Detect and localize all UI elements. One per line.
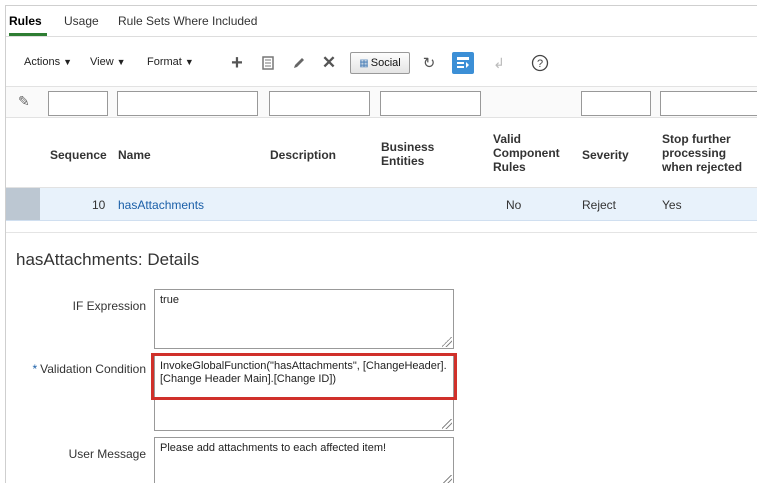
refresh-icon[interactable]: ↻: [419, 53, 439, 73]
social-button[interactable]: ▦ Social: [350, 52, 410, 74]
tab-rule-sets-where-included[interactable]: Rule Sets Where Included: [118, 14, 257, 28]
filter-business-entities-input[interactable]: [380, 91, 481, 116]
cell-valid-component-rules: No: [506, 198, 522, 212]
column-header-business-entities[interactable]: Business Entities: [381, 140, 451, 168]
tab-bar: Rules Usage Rule Sets Where Included: [6, 6, 757, 36]
highlight-box: [151, 353, 457, 400]
cell-sequence: 10: [92, 198, 106, 212]
column-header-name[interactable]: Name: [118, 148, 151, 162]
if-expression-field[interactable]: true: [154, 289, 454, 349]
svg-text:?: ?: [537, 58, 543, 70]
table-toolbar: Actions ▼ View ▼ Format ▼ + ✕ ▦ Social ↻ ↲ ?: [6, 44, 757, 84]
rule-name-link[interactable]: hasAttachments: [118, 198, 204, 212]
tab-rules[interactable]: Rules: [9, 14, 42, 28]
if-expression-label: IF Expression: [72, 299, 146, 313]
add-icon[interactable]: +: [227, 52, 247, 74]
view-menu[interactable]: View ▼: [90, 56, 126, 68]
actions-menu-label: Actions: [24, 56, 61, 68]
rules-panel: Rules Usage Rule Sets Where Included Act…: [5, 5, 757, 483]
details-title: hasAttachments: Details: [16, 250, 200, 269]
format-menu[interactable]: Format ▼: [147, 56, 194, 68]
edit-icon[interactable]: [289, 53, 309, 73]
view-menu-label: View: [90, 56, 114, 68]
format-menu-label: Format: [147, 56, 182, 68]
chevron-down-icon: ▼: [63, 57, 72, 67]
user-message-field[interactable]: Please add attachments to each affected …: [154, 437, 454, 483]
resize-grip-icon[interactable]: [442, 419, 452, 429]
validation-condition-label-text: Validation Condition: [40, 362, 146, 376]
required-marker: *: [32, 362, 38, 376]
row-selector[interactable]: [6, 188, 40, 220]
filter-stop-processing-input[interactable]: [660, 91, 757, 116]
table-header: Sequence Name Description Business Entit…: [6, 118, 757, 188]
filter-row: ✎: [6, 86, 757, 118]
tab-usage[interactable]: Usage: [64, 14, 99, 28]
cell-stop-processing: Yes: [662, 198, 682, 212]
validation-condition-label: * Validation Condition: [6, 362, 146, 376]
resize-grip-icon[interactable]: [442, 475, 452, 483]
table-row[interactable]: 10 hasAttachments No Reject Yes: [6, 188, 757, 221]
column-header-valid-component-rules[interactable]: Valid Component Rules: [493, 132, 568, 174]
actions-menu[interactable]: Actions ▼: [24, 56, 72, 68]
filter-description-input[interactable]: [269, 91, 370, 116]
column-header-description[interactable]: Description: [270, 148, 336, 162]
chevron-down-icon: ▼: [184, 57, 194, 67]
column-header-sequence[interactable]: Sequence: [50, 148, 107, 162]
delete-icon[interactable]: [258, 53, 278, 73]
if-expression-value: true: [160, 294, 179, 306]
pencil-icon: ✎: [18, 93, 30, 109]
filter-severity-input[interactable]: [581, 91, 651, 116]
user-message-value: Please add attachments to each affected …: [160, 442, 387, 454]
column-header-stop-processing[interactable]: Stop further processing when rejected: [662, 132, 757, 174]
social-button-label: Social: [370, 57, 401, 69]
tab-divider: [6, 36, 757, 37]
resize-grip-icon[interactable]: [442, 337, 452, 347]
filter-name-input[interactable]: [117, 91, 258, 116]
freeze-icon[interactable]: [452, 52, 474, 74]
section-divider: [6, 232, 757, 233]
help-icon[interactable]: ?: [530, 53, 550, 73]
social-icon: ▦: [359, 57, 369, 69]
chevron-down-icon: ▼: [116, 57, 126, 67]
filter-sequence-input[interactable]: [48, 91, 108, 116]
cell-severity: Reject: [582, 198, 617, 212]
user-message-label: User Message: [68, 447, 146, 461]
close-icon[interactable]: ✕: [319, 53, 339, 73]
wrap-icon[interactable]: ↲: [489, 53, 509, 73]
column-header-severity[interactable]: Severity: [582, 148, 629, 162]
